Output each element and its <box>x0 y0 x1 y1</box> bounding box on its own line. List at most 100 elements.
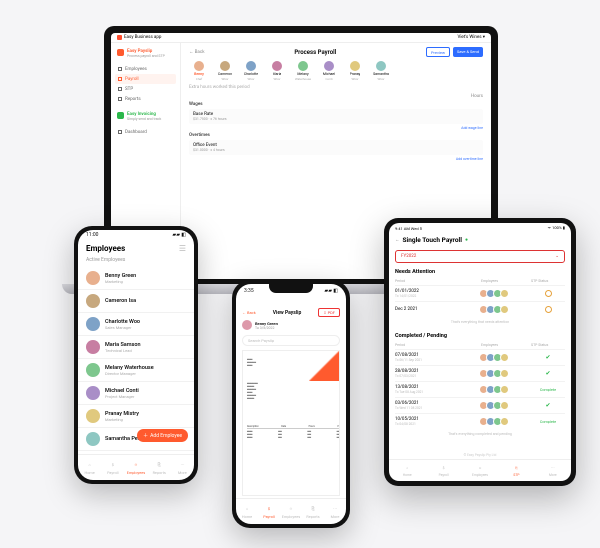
back-button[interactable]: ← <box>395 237 400 243</box>
tab-icon: $ <box>265 505 273 513</box>
tab-icon: $ <box>440 464 448 472</box>
tab-icon: ⋯ <box>549 464 557 472</box>
tab-reports[interactable]: ⎘Reports <box>148 455 171 480</box>
invoicing-icon <box>117 112 124 119</box>
tab-employees[interactable]: ☺Employees <box>462 460 498 481</box>
stp-row-complete[interactable]: 07/08/2021To 06/11 Sep 2021✔ <box>395 349 565 365</box>
stp-row-complete[interactable]: 13/08/2021To Tue 08 Aug 2021Complete <box>395 381 565 397</box>
status-time: 3:35 <box>244 288 254 294</box>
tab-stp[interactable]: ⎘STP <box>498 460 534 481</box>
col-period: Period <box>395 343 481 347</box>
dashboard-icon <box>118 130 122 134</box>
sidebar-item-payroll[interactable]: Payroll <box>115 74 176 84</box>
employee-row[interactable]: Melany WaterhouseDirector Manager <box>78 359 194 382</box>
back-button[interactable]: ← Back <box>189 49 205 55</box>
avatar <box>298 61 308 71</box>
tab-icon: ⌂ <box>403 464 411 472</box>
tab-reports[interactable]: ⎘Reports <box>302 499 324 524</box>
tab-home[interactable]: ⌂Home <box>236 499 258 524</box>
avatar <box>500 305 509 314</box>
tab-employees[interactable]: ☺Employees <box>280 499 302 524</box>
avatar <box>500 417 509 426</box>
tab-payroll[interactable]: $Payroll <box>258 499 280 524</box>
tab-icon: ☺ <box>476 464 484 472</box>
app-topbar: Easy Business app Viet's Wines ▾ <box>111 33 491 43</box>
tablet-device: 9:41 AM Wed 5 ᯤ 100% ▮ ← Single Touch Pa… <box>384 218 576 486</box>
tab-employees[interactable]: ☺Employees <box>124 455 147 480</box>
add-employee-button[interactable]: ＋ Add Employee <box>137 429 188 442</box>
tab-bar: ⌂Home$Payroll☺Employees⎘Reports⋯More <box>236 498 346 524</box>
wage-row-base-rate[interactable]: Base Rate $31.7500 · x 76 hours <box>189 109 483 124</box>
add-overtime-link[interactable]: Add overtime line <box>189 157 483 161</box>
stp-row-attention[interactable]: 01/01/2022To 14/01/2022 <box>395 285 565 301</box>
sidebar-item-reports[interactable]: Reports <box>115 94 176 104</box>
stp-row-complete[interactable]: 03/06/2021To Wed 11 08 2021✔ <box>395 397 565 413</box>
tablet-screen: 9:41 AM Wed 5 ᯤ 100% ▮ ← Single Touch Pa… <box>389 223 571 481</box>
tab-bar: ⌂Home$Payroll☺Employees⎘Reports⋯More <box>78 454 194 480</box>
fab-label: Add Employee <box>150 433 182 439</box>
office-event-sub: $31.0000 · x 4 hours <box>193 148 479 152</box>
tab-icon: ☺ <box>132 461 140 469</box>
payslip-document[interactable]: ▂▂▂▂▂▂▂▂▂▂▂ ▂▂▂▂▂▂▂▂▂▂▂▂▂▂▂▂▂▂▂▂▂▂▂▂▂▂▂ … <box>242 350 340 496</box>
sidebar-item-dashboard[interactable]: Dashboard <box>115 127 176 137</box>
tab-more[interactable]: ⋯More <box>535 460 571 481</box>
employee-chip[interactable]: CharlotteWhor <box>241 61 261 81</box>
payslip-icon <box>117 49 124 56</box>
sidebar-section-invoicing[interactable]: Easy Invoicing Simply send and track <box>115 110 176 123</box>
employee-avatar <box>242 320 252 330</box>
employee-row[interactable]: Maria SamsonTechnical Lead <box>78 336 194 359</box>
back-button[interactable]: ← Back <box>242 310 256 315</box>
export-pdf-button[interactable]: ⇩ PDF <box>318 308 340 317</box>
avatar <box>246 61 256 71</box>
phone-payslip-screen: 3:35 ▰▰ ◧ ← Back View Payslip ⇩ PDF Benn… <box>236 284 346 524</box>
plus-icon: ＋ <box>143 432 148 439</box>
avatar <box>272 61 282 71</box>
employee-chip[interactable]: MelanyWaterhouse <box>293 61 313 81</box>
employee-row[interactable]: Benny GreenMarketing <box>78 267 194 290</box>
save-send-button[interactable]: Save & Send <box>453 47 483 57</box>
stp-row-complete[interactable]: 10/05/2021To 04/08 2021Complete <box>395 413 565 429</box>
table-head: Period Employees STP Status <box>395 277 565 285</box>
tab-home[interactable]: ⌂Home <box>78 455 101 480</box>
status-icons: ᯤ 100% ▮ <box>547 225 565 231</box>
employee-chip[interactable]: CameronWhor <box>215 61 235 81</box>
year-select[interactable]: FY2022 ⌄ <box>395 250 565 263</box>
tab-icon: ☺ <box>287 505 295 513</box>
employee-row[interactable]: Pranay MistryMarketing <box>78 405 194 428</box>
tab-icon: ⌂ <box>86 461 94 469</box>
user-menu[interactable]: Viet's Wines ▾ <box>457 35 485 40</box>
avatar <box>86 317 100 331</box>
add-wage-link[interactable]: Add wage line <box>189 126 483 130</box>
tab-payroll[interactable]: $Payroll <box>101 455 124 480</box>
avatar <box>500 385 509 394</box>
search-input[interactable]: Search Payslip <box>242 335 340 346</box>
employee-chip[interactable]: SamanthaWhor <box>371 61 391 81</box>
sidebar-item-employees[interactable]: Employees <box>115 64 176 74</box>
sidebar-section-payslip[interactable]: Easy Payslip Process payroll and STP <box>115 47 176 60</box>
tab-more[interactable]: ⋯More <box>171 455 194 480</box>
employee-row[interactable]: Cameron Isa <box>78 290 194 313</box>
logo-icon <box>117 35 122 40</box>
avatar <box>376 61 386 71</box>
employee-row[interactable]: Charlotte WooSales Manager <box>78 313 194 336</box>
stp-row-complete[interactable]: 28/08/2021To 07/03/2021✔ <box>395 365 565 381</box>
tab-payroll[interactable]: $Payroll <box>425 460 461 481</box>
tab-icon: ⋯ <box>178 461 186 469</box>
preview-button[interactable]: Preview <box>426 47 450 57</box>
search-icon[interactable]: ☰ <box>179 244 186 253</box>
tab-more[interactable]: ⋯More <box>324 499 346 524</box>
employee-row[interactable]: Michael ContiProject Manager <box>78 382 194 405</box>
status-time: 11:00 <box>86 232 98 238</box>
employee-chip[interactable]: BennyChef <box>189 61 209 81</box>
sidebar-item-stp[interactable]: STP <box>115 84 176 94</box>
tab-home[interactable]: ⌂Home <box>389 460 425 481</box>
overtime-row-office-event[interactable]: Office Event $31.0000 · x 4 hours <box>189 140 483 155</box>
employee-chip[interactable]: PranayWhor <box>345 61 365 81</box>
status-text: 9:41 AM Wed 5 <box>395 226 422 231</box>
employee-chip[interactable]: MariaWhor <box>267 61 287 81</box>
wages-heading: Wages <box>189 102 483 107</box>
stp-row-attention[interactable]: Dec 2 2021 <box>395 301 565 317</box>
employee-chip[interactable]: MichaelConti <box>319 61 339 81</box>
chevron-down-icon: ⌄ <box>555 254 559 259</box>
hours-column: Hours <box>189 94 483 99</box>
